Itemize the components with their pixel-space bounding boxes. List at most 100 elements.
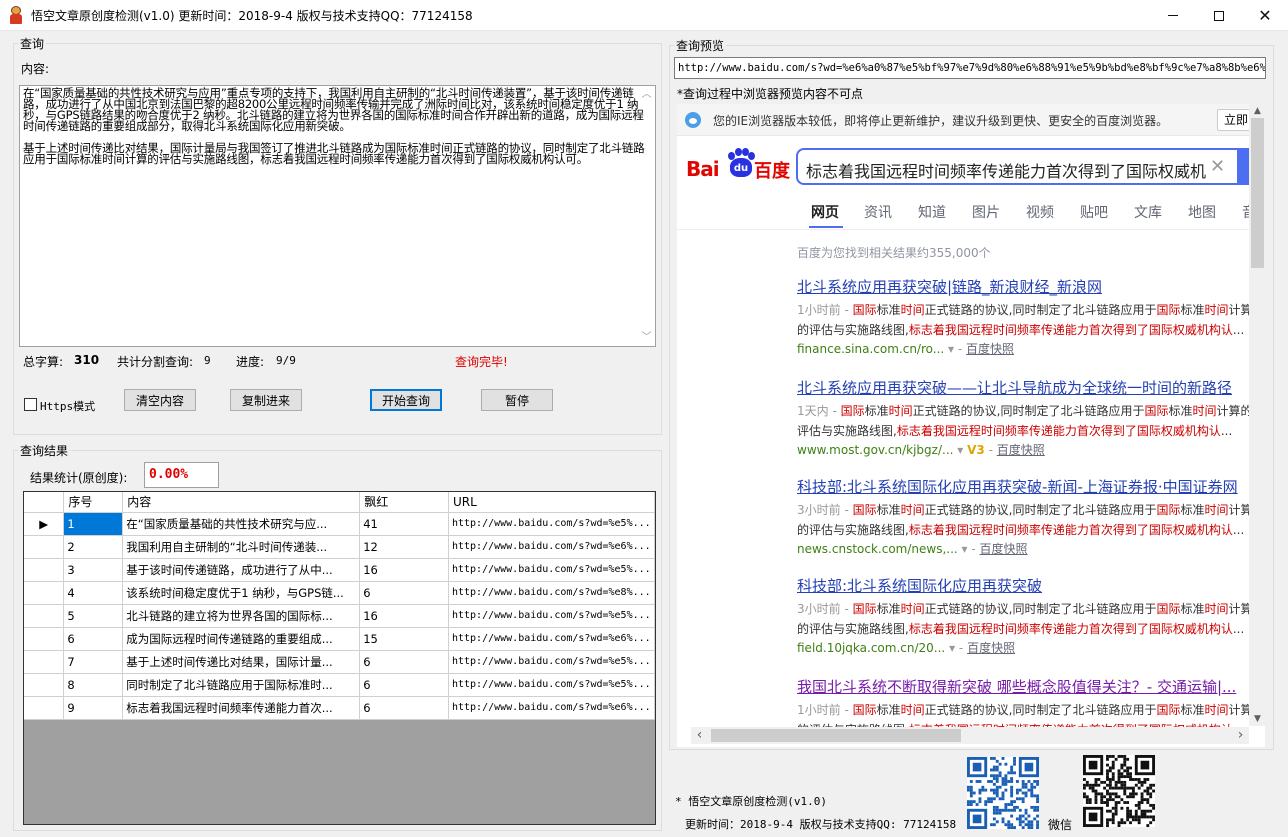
row-content-cell[interactable]: 北斗链路的建立将为世界各国的国际标... — [122, 604, 361, 628]
https-checkbox[interactable] — [24, 398, 37, 411]
row-url-cell[interactable]: http://www.baidu.com/s?wd=%e6%... — [448, 696, 655, 720]
table-row[interactable]: 9 标志着我国远程时间频率传递能力首次... 6 http://www.baidu.c… — [24, 696, 655, 720]
row-url-cell[interactable]: http://www.baidu.com/s?wd=%e5%... — [448, 673, 655, 697]
content-textarea[interactable]: 在“国家质量基础的共性技术研究与应用”重点专项的支持下，我国利用自主研制的“北斗… — [19, 85, 656, 347]
row-content-cell[interactable]: 基于上述时间传递比对结果，国际计量... — [122, 650, 361, 674]
snapshot-link[interactable]: 百度快照 — [997, 443, 1045, 457]
results-grid[interactable]: 序号 内容 飘红 URL ▶ 1 在“国家质量基础的共性技术研究与应... 41 htt… — [23, 491, 656, 825]
row-no-cell[interactable]: 3 — [63, 558, 124, 582]
row-red-cell[interactable]: 16 — [359, 604, 449, 628]
row-red-cell[interactable]: 6 — [359, 581, 449, 605]
snapshot-link[interactable]: 百度快照 — [966, 342, 1014, 356]
row-content-cell[interactable]: 在“国家质量基础的共性技术研究与应... — [122, 512, 361, 536]
row-red-cell[interactable]: 12 — [359, 535, 449, 559]
baidu-tab[interactable]: 贴吧 — [1080, 202, 1108, 222]
maximize-button[interactable] — [1196, 0, 1242, 31]
baidu-tab[interactable]: 视频 — [1026, 202, 1054, 222]
minimize-button[interactable] — [1150, 0, 1196, 31]
close-button[interactable]: ✕ — [1242, 0, 1288, 31]
col-header-content[interactable]: 内容 — [122, 492, 361, 513]
row-header-cell[interactable] — [24, 650, 65, 674]
table-row[interactable]: 7 基于上述时间传递比对结果，国际计量... 6 http://www.baidu.c… — [24, 650, 655, 674]
baidu-tab[interactable]: 知道 — [918, 202, 946, 222]
col-header-url[interactable]: URL — [448, 492, 655, 513]
scroll-right-arrow-icon[interactable]: › — [1232, 727, 1249, 744]
scroll-down-icon[interactable]: ﹀ — [638, 329, 655, 346]
preview-url-field[interactable]: http://www.baidu.com/s?wd=%e6%a0%87%e5%b… — [674, 57, 1266, 79]
row-no-cell[interactable]: 8 — [63, 673, 124, 697]
row-content-cell[interactable]: 同时制定了北斗链路应用于国际标准时... — [122, 673, 361, 697]
row-header-cell[interactable] — [24, 627, 65, 651]
baidu-search-input[interactable]: 标志着我国远程时间频率传递能力首次得到了国际权威机构 ✕ — [796, 148, 1237, 185]
row-url-cell[interactable]: http://www.baidu.com/s?wd=%e5%... — [448, 558, 655, 582]
result-title[interactable]: 科技部:北斗系统国际化应用再获突破 — [797, 575, 1257, 595]
start-query-button[interactable]: 开始查询 — [370, 389, 442, 411]
clear-button[interactable]: 清空内容 — [124, 389, 196, 411]
row-red-cell[interactable]: 6 — [359, 673, 449, 697]
result-url[interactable]: news.cnstock.com/news,... — [797, 542, 958, 556]
row-url-cell[interactable]: http://www.baidu.com/s?wd=%e5%... — [448, 604, 655, 628]
row-red-cell[interactable]: 16 — [359, 558, 449, 582]
table-row[interactable]: 6 成为国际远程时间传递链路的重要组成... 15 http://www.baidu.… — [24, 627, 655, 651]
row-content-cell[interactable]: 成为国际远程时间传递链路的重要组成... — [122, 627, 361, 651]
table-row[interactable]: ▶ 1 在“国家质量基础的共性技术研究与应... 41 http://www.baidu… — [24, 512, 655, 536]
table-row[interactable]: 8 同时制定了北斗链路应用于国际标准时... 6 http://www.baidu.c… — [24, 673, 655, 697]
row-no-cell[interactable]: 9 — [63, 696, 124, 720]
result-title[interactable]: 科技部:北斗系统国际化应用再获突破-新闻-上海证券报·中国证券网 — [797, 476, 1257, 496]
col-header-red[interactable]: 飘红 — [359, 492, 449, 513]
row-url-cell[interactable]: http://www.baidu.com/s?wd=%e6%... — [448, 535, 655, 559]
row-content-cell[interactable]: 该系统时间稳定度优于1 纳秒，与GPS链... — [122, 581, 361, 605]
row-no-cell[interactable]: 5 — [63, 604, 124, 628]
scroll-down-arrow-icon[interactable]: ▼ — [1249, 712, 1266, 726]
row-no-cell[interactable]: 2 — [63, 535, 124, 559]
row-url-cell[interactable]: http://www.baidu.com/s?wd=%e5%... — [448, 512, 655, 536]
pause-button[interactable]: 暂停 — [481, 389, 553, 411]
result-url[interactable]: field.10jqka.com.cn/20... — [797, 641, 945, 655]
textarea-scrollbar[interactable]: ︿ ﹀ — [638, 86, 655, 346]
browser-vertical-scrollbar[interactable]: ▲ ▼ — [1249, 104, 1266, 726]
row-header-cell[interactable]: ▶ — [24, 512, 65, 536]
scroll-left-arrow-icon[interactable]: ‹ — [691, 727, 708, 744]
baidu-logo[interactable]: Bai du 百度 — [686, 145, 790, 185]
clear-search-icon[interactable]: ✕ — [1210, 156, 1225, 177]
row-content-cell[interactable]: 基于该时间传递链路，成功进行了从中... — [122, 558, 361, 582]
row-header-cell[interactable] — [24, 673, 65, 697]
horizontal-scroll-thumb[interactable] — [711, 729, 961, 742]
row-url-cell[interactable]: http://www.baidu.com/s?wd=%e5%... — [448, 650, 655, 674]
row-content-cell[interactable]: 我国利用自主研制的“北斗时间传递装... — [122, 535, 361, 559]
paste-button[interactable]: 复制进来 — [230, 389, 302, 411]
row-no-cell[interactable]: 6 — [63, 627, 124, 651]
scroll-up-arrow-icon[interactable]: ▲ — [1249, 104, 1266, 118]
row-red-cell[interactable]: 15 — [359, 627, 449, 651]
result-url[interactable]: www.most.gov.cn/kjbgz/... — [797, 443, 953, 457]
row-content-cell[interactable]: 标志着我国远程时间频率传递能力首次... — [122, 696, 361, 720]
row-no-cell[interactable]: 1 — [63, 512, 124, 536]
result-url[interactable]: finance.sina.com.cn/ro... — [797, 342, 944, 356]
row-header-cell[interactable] — [24, 696, 65, 720]
row-no-cell[interactable]: 7 — [63, 650, 124, 674]
table-row[interactable]: 2 我国利用自主研制的“北斗时间传递装... 12 http://www.baidu.… — [24, 535, 655, 559]
vertical-scroll-thumb[interactable] — [1251, 118, 1264, 268]
baidu-tab[interactable]: 资讯 — [864, 202, 892, 222]
snapshot-link[interactable]: 百度快照 — [967, 641, 1015, 655]
result-title[interactable]: 北斗系统应用再获突破——让北斗导航成为全球统一时间的新路径 — [797, 377, 1257, 397]
row-url-cell[interactable]: http://www.baidu.com/s?wd=%e8%... — [448, 581, 655, 605]
baidu-tab[interactable]: 文库 — [1134, 202, 1162, 222]
table-row[interactable]: 4 该系统时间稳定度优于1 纳秒，与GPS链... 6 http://www.baid… — [24, 581, 655, 605]
dropdown-arrow-icon[interactable]: ▾ — [949, 641, 959, 655]
browser-horizontal-scrollbar[interactable]: ‹ › — [691, 727, 1249, 744]
row-header-cell[interactable] — [24, 604, 65, 628]
snapshot-link[interactable]: 百度快照 — [980, 542, 1028, 556]
row-red-cell[interactable]: 6 — [359, 696, 449, 720]
result-title[interactable]: 我国北斗系统不断取得新突破 哪些概念股值得关注？- 交通运输|... — [797, 676, 1257, 696]
col-header-no[interactable]: 序号 — [63, 492, 124, 513]
baidu-tab[interactable]: 网页 — [811, 202, 839, 222]
row-red-cell[interactable]: 41 — [359, 512, 449, 536]
row-header-cell[interactable] — [24, 558, 65, 582]
table-row[interactable]: 5 北斗链路的建立将为世界各国的国际标... 16 http://www.baidu.… — [24, 604, 655, 628]
row-red-cell[interactable]: 6 — [359, 650, 449, 674]
dropdown-arrow-icon[interactable]: ▾ — [962, 542, 972, 556]
row-header-cell[interactable] — [24, 581, 65, 605]
result-title[interactable]: 北斗系统应用再获突破|链路_新浪财经_新浪网 — [797, 276, 1257, 296]
row-no-cell[interactable]: 4 — [63, 581, 124, 605]
